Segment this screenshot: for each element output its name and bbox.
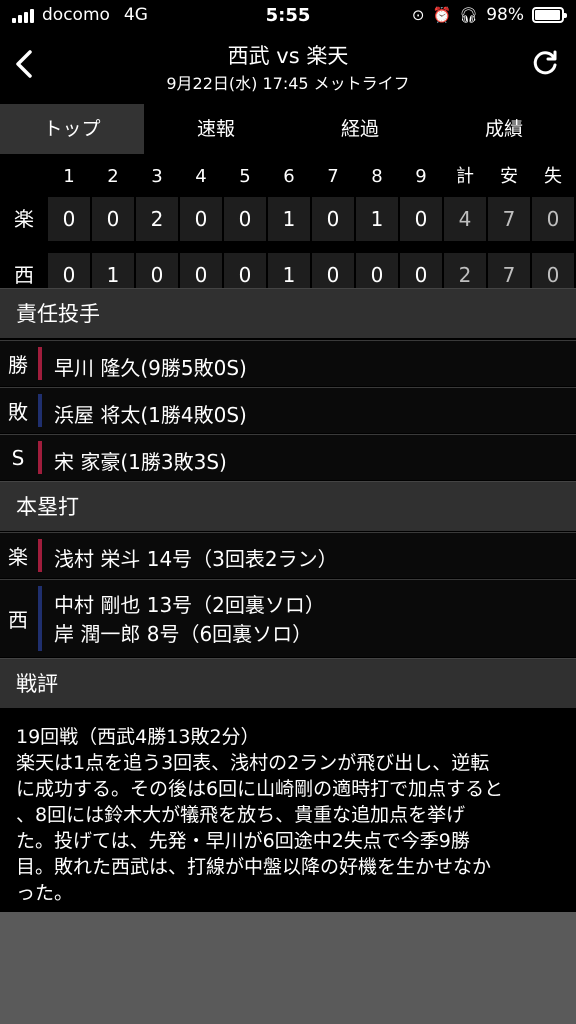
team-color-bar xyxy=(38,347,42,380)
homerun-entry: 岸 潤一郎 8号（6回裏ソロ） xyxy=(54,622,313,646)
winning-pitcher: 早川 隆久(9勝5敗0S) xyxy=(54,356,247,380)
review-line: った。 xyxy=(16,882,74,904)
inning-header: 8 xyxy=(371,166,383,187)
loss-mark: 敗 xyxy=(8,400,28,424)
inning-header: 4 xyxy=(195,166,207,187)
team-color-bar xyxy=(38,539,42,572)
total-hits: 7 xyxy=(488,197,530,241)
team-mark: 楽 xyxy=(8,545,28,569)
header: 西武 vs 楽天 9月22日(水) 17:45 メットライフ xyxy=(0,34,576,98)
review-heading: 戦評 xyxy=(0,658,576,708)
alarm-icon: ⏰ xyxy=(432,6,452,24)
page-title: 西武 vs 楽天 xyxy=(227,44,349,68)
inning-score: 0 xyxy=(312,197,354,241)
tab-progress[interactable]: 経過 xyxy=(288,104,432,154)
battery-icon xyxy=(532,7,567,23)
tab-stats[interactable]: 成績 xyxy=(432,104,576,154)
inning-score: 0 xyxy=(92,197,134,241)
inning-header: 2 xyxy=(107,166,119,187)
review-line: 楽天は1点を追う3回表、浅村の2ランが飛び出し、逆転 xyxy=(16,752,490,774)
team-color-bar xyxy=(38,441,42,474)
team-color-bar xyxy=(38,586,42,651)
inning-header: 9 xyxy=(415,166,427,187)
team-mark: 西 xyxy=(8,608,28,632)
scoreboard-header-row: 1 2 3 4 5 6 7 8 9 計 安 失 xyxy=(0,160,576,194)
scoreboard-row-rakuten: 楽 0 0 2 0 0 1 0 1 0 4 7 0 xyxy=(0,194,576,244)
review-line: 19回戦（西武4勝13敗2分） xyxy=(16,726,260,748)
game-review-text: 19回戦（西武4勝13敗2分） 楽天は1点を追う3回表、浅村の2ランが飛び出し、… xyxy=(16,724,564,906)
homerun-row-rakuten[interactable]: 楽 浅村 栄斗 14号（3回表2ラン） xyxy=(0,532,576,578)
inning-score: 0 xyxy=(400,197,442,241)
homerun-entry: 浅村 栄斗 14号（3回表2ラン） xyxy=(54,547,338,571)
inning-header: 6 xyxy=(283,166,295,187)
total-runs: 4 xyxy=(444,197,486,241)
tab-bar: トップ 速報 経過 成績 xyxy=(0,104,576,154)
refresh-icon[interactable] xyxy=(530,48,560,78)
inning-header: 7 xyxy=(327,166,339,187)
tab-live[interactable]: 速報 xyxy=(144,104,288,154)
win-mark: 勝 xyxy=(8,353,28,377)
save-pitcher: 宋 家豪(1勝3敗3S) xyxy=(54,450,227,474)
inning-score: 1 xyxy=(356,197,398,241)
orientation-lock-icon: ⊙ xyxy=(411,6,425,24)
save-pitcher-row[interactable]: S 宋 家豪(1勝3敗3S) xyxy=(0,434,576,480)
total-runs-header: 計 xyxy=(456,166,474,187)
team-label: 楽 xyxy=(14,207,34,231)
battery-level xyxy=(535,10,561,20)
total-errors: 0 xyxy=(532,197,574,241)
review-line: 、8回には鈴木大が犠飛を放ち、貴重な追加点を挙げ xyxy=(16,804,466,826)
homeruns-heading: 本塁打 xyxy=(0,481,576,531)
team-color-bar xyxy=(38,394,42,427)
pitchers-heading: 責任投手 xyxy=(0,288,576,338)
status-bar: docomo 4G 5:55 ⊙ ⏰ 🎧︎ 98% xyxy=(0,0,576,32)
review-line: た。投げては、先発・早川が6回途中2失点で今季9勝 xyxy=(16,830,470,852)
homerun-entry: 中村 剛也 13号（2回裏ソロ） xyxy=(54,593,325,617)
hits-header: 安 xyxy=(500,166,518,187)
inning-score: 0 xyxy=(48,197,90,241)
review-line: 目。敗れた西武は、打線が中盤以降の好機を生かせなか xyxy=(16,856,492,878)
losing-pitcher-row[interactable]: 敗 浜屋 将太(1勝4敗0S) xyxy=(0,387,576,433)
winning-pitcher-row[interactable]: 勝 早川 隆久(9勝5敗0S) xyxy=(0,340,576,386)
homerun-row-seibu[interactable]: 西 中村 剛也 13号（2回裏ソロ） 岸 潤一郎 8号（6回裏ソロ） xyxy=(0,579,576,657)
inning-header: 1 xyxy=(63,166,75,187)
app-screen: docomo 4G 5:55 ⊙ ⏰ 🎧︎ 98% 西武 vs 楽天 9月22日… xyxy=(0,0,576,912)
inning-score: 1 xyxy=(268,197,310,241)
errors-header: 失 xyxy=(544,166,562,187)
save-mark: S xyxy=(11,445,25,470)
inning-header: 3 xyxy=(151,166,163,187)
review-line: に成功する。その後は6回に山崎剛の適時打で加点すると xyxy=(16,778,504,800)
inning-score: 0 xyxy=(224,197,266,241)
headphones-icon: 🎧︎ xyxy=(459,6,479,24)
tab-top[interactable]: トップ xyxy=(0,104,144,154)
status-right: ⊙ ⏰ 🎧︎ 98% xyxy=(411,5,567,25)
inning-score: 0 xyxy=(180,197,222,241)
losing-pitcher: 浜屋 将太(1勝4敗0S) xyxy=(54,403,247,427)
inning-score: 2 xyxy=(136,197,178,241)
inning-header: 5 xyxy=(239,166,251,187)
game-info: 9月22日(水) 17:45 メットライフ xyxy=(166,74,410,93)
battery-percent: 98% xyxy=(486,5,524,25)
